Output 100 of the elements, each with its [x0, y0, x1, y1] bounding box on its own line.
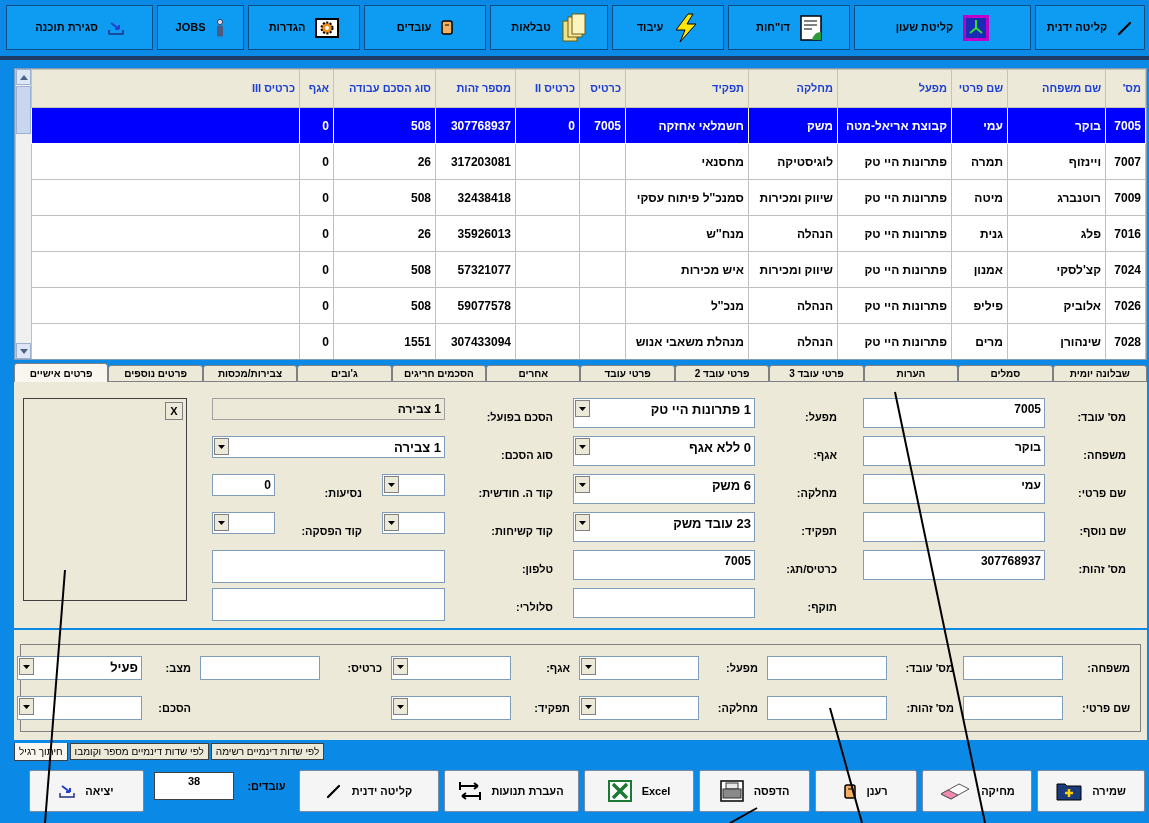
- count-field: 38: [154, 772, 234, 800]
- input-field[interactable]: [767, 696, 887, 720]
- column-header[interactable]: סוג הסכם עבודה: [333, 69, 436, 108]
- table-cell: אלוביק: [1063, 298, 1101, 313]
- column-header[interactable]: אגף: [299, 69, 334, 108]
- dropdown-field[interactable]: [382, 512, 445, 534]
- dropdown-field[interactable]: [579, 696, 699, 720]
- column-header[interactable]: מחלקה: [748, 69, 838, 108]
- tab[interactable]: פרטי עובד 2: [674, 365, 770, 382]
- column-header[interactable]: תפקיד: [625, 69, 749, 108]
- dropdown-field[interactable]: 1 צבירה: [212, 436, 445, 458]
- input-field[interactable]: 7005: [863, 398, 1045, 428]
- toolbar-button[interactable]: קליטת שעון: [854, 5, 1031, 50]
- action-button[interactable]: Excel: [584, 770, 694, 812]
- tab[interactable]: לפי שדות דינמיים מספר וקומבו: [69, 743, 209, 760]
- field-label: מפעל:: [726, 660, 759, 676]
- input-field[interactable]: 0: [212, 474, 275, 496]
- table-cell: מחסנאי: [701, 154, 744, 169]
- action-button[interactable]: יציאה: [29, 770, 144, 812]
- tab[interactable]: צבירות/מכסות: [202, 365, 298, 382]
- input-field[interactable]: עמי: [863, 474, 1045, 504]
- column-header[interactable]: כרטיס III: [31, 69, 300, 108]
- dropdown-field[interactable]: [212, 512, 275, 534]
- field-label: הסכם:: [158, 700, 192, 716]
- toolbar-button[interactable]: דו"חות: [728, 5, 850, 50]
- tab[interactable]: הסכמים חריגים: [391, 365, 487, 382]
- down-arrow-icon: [19, 348, 28, 354]
- column-header[interactable]: כרטיס: [579, 69, 626, 108]
- tab[interactable]: אחרים: [486, 365, 581, 382]
- table-cell: 0: [322, 190, 329, 205]
- table-cell: חשמלאי אחזקה: [658, 118, 744, 133]
- input-field[interactable]: [212, 588, 445, 621]
- input-field[interactable]: [963, 696, 1063, 720]
- tab[interactable]: פרטים אישיים: [13, 363, 109, 382]
- action-button[interactable]: העברת תנועות: [444, 770, 579, 812]
- scroll-thumb[interactable]: [16, 86, 31, 134]
- dropdown-field[interactable]: פעיל: [17, 656, 142, 680]
- dropdown-field[interactable]: [391, 696, 511, 720]
- tab[interactable]: פרטי עובד 3: [769, 365, 864, 382]
- field-label: שם נוסף:: [1079, 523, 1127, 539]
- tab[interactable]: פרטים נוספים: [108, 365, 203, 382]
- dropdown-field[interactable]: 1 פתרונות היי טק: [573, 398, 755, 428]
- action-button[interactable]: קליטה ידנית: [299, 770, 439, 812]
- table-cell: פתרונות היי טק: [864, 262, 947, 277]
- scrollbar[interactable]: [15, 69, 31, 359]
- tab[interactable]: לפי שדות דינמיים רשימה: [210, 743, 325, 760]
- input-field[interactable]: 307768937: [863, 550, 1045, 580]
- column-header[interactable]: כרטיס II: [515, 69, 580, 108]
- toolbar-button[interactable]: טבלאות: [490, 5, 608, 50]
- input-field[interactable]: 7005: [573, 550, 755, 580]
- dropdown-field[interactable]: [391, 656, 511, 680]
- toolbar-button[interactable]: סגירת תוכנה: [6, 5, 153, 50]
- table-cell: 7016: [1114, 226, 1141, 241]
- tab[interactable]: פרטי עובד: [580, 365, 675, 382]
- input-field[interactable]: [212, 550, 445, 583]
- field-label: מחלקה:: [796, 485, 838, 501]
- action-button[interactable]: רענן: [815, 770, 917, 812]
- dropdown-field[interactable]: [382, 474, 445, 496]
- input-field[interactable]: [767, 656, 887, 680]
- close-button[interactable]: X: [165, 402, 183, 420]
- table-cell: מנכ''ל: [710, 298, 744, 313]
- toolbar-button[interactable]: עובדים: [364, 5, 486, 50]
- column-header[interactable]: מס': [1105, 69, 1146, 108]
- dropdown-field[interactable]: 6 משק: [573, 474, 755, 504]
- lightning-icon: [673, 12, 700, 43]
- input-field[interactable]: [963, 656, 1063, 680]
- table-cell: שיווק ומכירות: [759, 262, 833, 277]
- toolbar-button[interactable]: JOBS: [157, 5, 244, 50]
- action-button[interactable]: מחיקה: [922, 770, 1032, 812]
- input-field[interactable]: [573, 588, 755, 618]
- scroll-up-button[interactable]: [16, 69, 31, 85]
- toolbar-button[interactable]: קליטה ידנית: [1035, 5, 1145, 50]
- table-cell: משק: [806, 118, 833, 133]
- column-header[interactable]: שם משפחה: [1007, 69, 1106, 108]
- tab[interactable]: הערות: [863, 365, 959, 382]
- input-field[interactable]: בוקר: [863, 436, 1045, 466]
- tab[interactable]: ג'ובים: [297, 365, 392, 382]
- action-button[interactable]: הדפסה: [699, 770, 810, 812]
- column-header[interactable]: מספר זהות: [435, 69, 516, 108]
- table-cell: פתרונות היי טק: [864, 298, 947, 313]
- tab[interactable]: סמלים: [958, 365, 1053, 382]
- folders-icon: [560, 12, 587, 43]
- toolbar-button[interactable]: הגדרות: [248, 5, 360, 50]
- caret-icon: [384, 514, 399, 531]
- table-cell: 7009: [1114, 190, 1141, 205]
- field-label: סלולרי:: [516, 599, 554, 615]
- caret-icon: [581, 658, 596, 675]
- action-button[interactable]: שמירה: [1037, 770, 1145, 812]
- column-header[interactable]: שם פרטי: [951, 69, 1008, 108]
- dropdown-field[interactable]: 0 ללא אגף: [573, 436, 755, 466]
- input-field[interactable]: [200, 656, 320, 680]
- dropdown-field[interactable]: 23 עובד משק: [573, 512, 755, 542]
- scroll-down-button[interactable]: [16, 343, 31, 359]
- table-cell: קבוצת אריאל-מטה: [846, 118, 947, 133]
- toolbar-button[interactable]: עיבוד: [612, 5, 724, 50]
- dropdown-field[interactable]: [579, 656, 699, 680]
- tab[interactable]: שבלונה יומית: [1052, 365, 1147, 382]
- input-field[interactable]: [863, 512, 1045, 542]
- column-header[interactable]: מפעל: [837, 69, 952, 108]
- dropdown-field[interactable]: [17, 696, 142, 720]
